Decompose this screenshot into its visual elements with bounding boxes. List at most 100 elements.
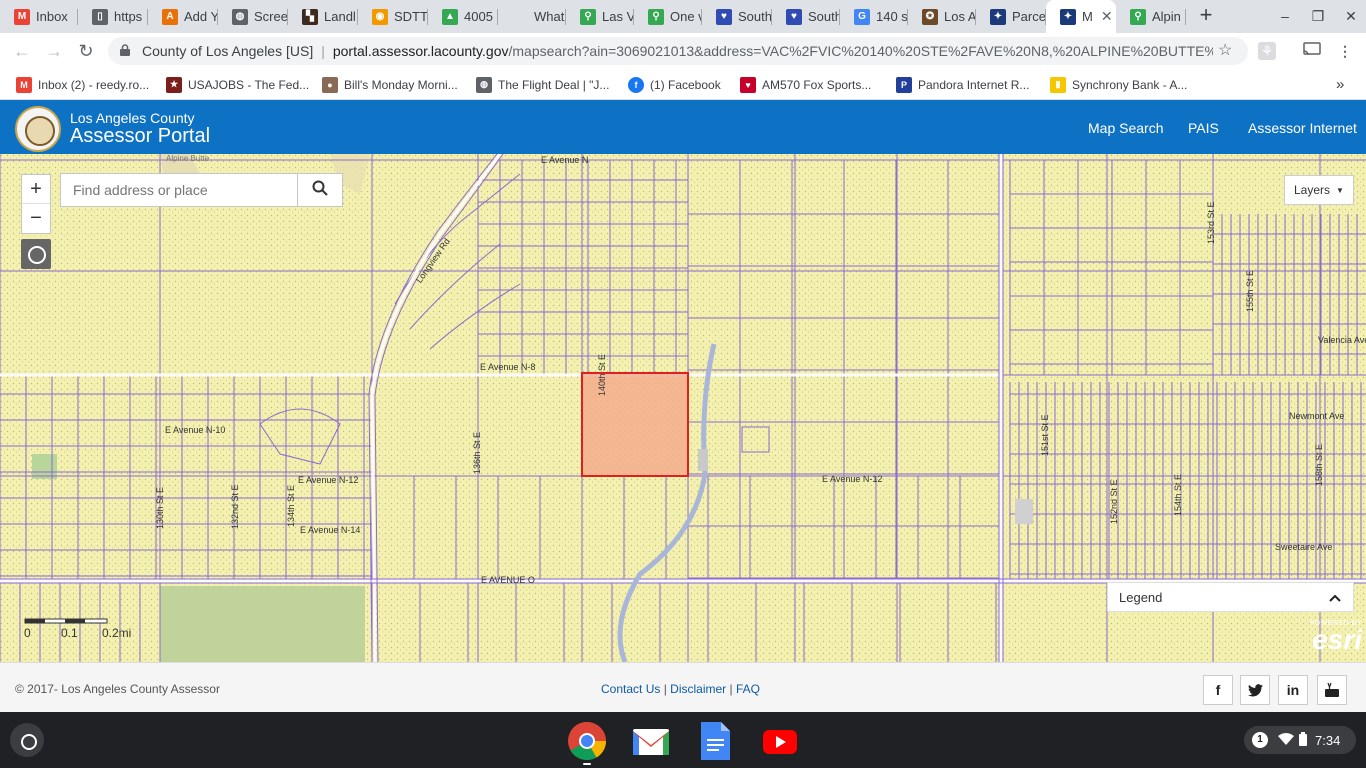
esri-logo[interactable]: POWERED BY esri [1298,620,1362,656]
browser-tab[interactable]: A Add Y [148,0,218,33]
locate-icon[interactable] [21,239,51,269]
tab-title: Add Y [184,9,218,24]
bookmark-item[interactable]: ◍ The Flight Deal | "J... [476,76,609,93]
bookmark-item[interactable]: f (1) Facebook [628,76,721,93]
close-tab-icon[interactable]: ✕ [1101,8,1113,25]
street-label: Newmont Ave [1289,411,1345,421]
bookmark-label: Bill's Monday Morni... [344,77,458,92]
browser-tab[interactable]: What [498,0,566,33]
contact-us-link[interactable]: Contact Us [601,682,660,696]
back-icon[interactable]: ← [11,40,33,62]
system-tray[interactable]: 1 7:34 [1244,726,1356,754]
legend-panel[interactable]: Legend [1107,582,1354,612]
new-tab-button[interactable]: + [1195,4,1217,28]
iheart-icon: ♥ [740,76,756,93]
close-window-icon[interactable]: ✕ [1343,8,1359,24]
lock-icon [120,43,134,59]
browser-tab[interactable]: ◉ SDTT [358,0,428,33]
portal-title[interactable]: Assessor Portal [70,125,210,148]
street-label: E Avenue N-8 [480,362,536,372]
nav-assessor-internet[interactable]: Assessor Internet [1248,120,1357,136]
browser-tab[interactable]: ♥ South [772,0,840,33]
map-search [60,173,343,207]
search-button[interactable] [297,174,342,206]
street-label: 140th St E [597,353,607,396]
bookmark-item[interactable]: ● Bill's Monday Morni... [322,76,458,93]
tab-title: M [1082,9,1093,24]
gmail-icon: M [16,76,32,93]
twitter-icon[interactable] [1240,675,1270,705]
browser-tab[interactable]: ⚲ One v [634,0,702,33]
extension-icon[interactable]: ⚘ [1258,42,1276,60]
google-icon: G [854,8,870,25]
parcel-map[interactable]: E Avenue N E Avenue N-8 E Avenue N-10 E … [0,154,1366,662]
gmail-app-icon[interactable] [631,721,669,759]
bookmark-item[interactable]: M Inbox (2) - reedy.ro... [16,76,149,93]
bookmark-star-icon[interactable]: ☆ [1218,40,1232,60]
esri-wordmark: esri [1312,624,1362,655]
minimize-icon[interactable]: – [1277,8,1293,24]
browser-tab[interactable]: ✦ M ✕ [1046,0,1116,33]
maps-icon: ⚲ [1130,8,1146,25]
browser-tab[interactable]: ✪ Los A [908,0,976,33]
nav-map-search[interactable]: Map Search [1088,120,1163,136]
bookmark-item[interactable]: ▮ Synchrony Bank - A... [1050,76,1187,93]
nav-pais[interactable]: PAIS [1188,120,1219,136]
tab-separator [1185,9,1186,25]
browser-tab[interactable]: ▚ Landl [288,0,358,33]
zoom-in-button[interactable]: + [22,175,50,204]
url-domain: portal.assessor.lacounty.gov [332,43,509,59]
browser-tab[interactable]: ◍ Scree [218,0,288,33]
browser-tab[interactable]: ⚲ Alpin [1116,0,1186,33]
chevron-up-icon[interactable] [1329,583,1341,613]
battery-icon [1299,731,1307,749]
bookmark-item[interactable]: ♥ AM570 Fox Sports... [740,76,871,93]
address-bar[interactable]: County of Los Angeles [US] | portal.asse… [108,37,1248,65]
browser-tab[interactable]: ⚲ Las V [566,0,634,33]
southwest-icon: ♥ [716,8,732,25]
bookmarks-overflow-icon[interactable]: » [1336,76,1344,93]
bookmark-label: (1) Facebook [650,77,721,92]
browser-tab[interactable]: ▯ https [78,0,148,33]
tab-strip: M Inbox ▯ https A Add Y ◍ Scree ▚ Landl ◉ SDTT ▲ 4005… [0,0,1366,33]
browser-tab[interactable]: M Inbox [0,0,78,33]
menu-kebab-icon[interactable]: ⋮ [1336,42,1354,60]
launcher-icon[interactable] [10,723,44,757]
tab-title: One v [670,9,702,24]
zoom-out-button[interactable]: − [22,204,50,233]
youtube-app-icon[interactable] [762,721,800,759]
maps-icon: ⚲ [648,8,664,25]
linkedin-icon[interactable]: in [1278,675,1308,705]
county-seal-logo[interactable] [15,106,61,152]
url-path: /mapsearch?ain=3069021013&address=VAC%2F… [508,43,1213,59]
bookmark-item[interactable]: P Pandora Internet R... [896,76,1029,93]
browser-tab[interactable]: G 140 s [840,0,908,33]
docs-app-icon[interactable] [698,721,736,760]
usajobs-icon: ★ [166,76,182,93]
forward-icon[interactable]: → [43,40,65,62]
clock: 7:34 [1315,732,1341,748]
zoom-control: + − [21,174,51,234]
facebook-icon[interactable]: f [1203,675,1233,705]
browser-tab[interactable]: ♥ South [702,0,772,33]
browser-tab[interactable]: ✦ Parce [976,0,1046,33]
chrome-app-icon[interactable] [567,721,607,765]
cast-icon[interactable] [1303,42,1321,60]
add-icon: A [162,8,178,25]
layers-dropdown[interactable]: Layers ▼ [1284,175,1354,205]
faq-link[interactable]: FAQ [736,682,760,696]
notification-count: 1 [1252,732,1268,748]
street-label: 158th St E [1314,443,1324,486]
reload-icon[interactable]: ↻ [75,40,97,62]
browser-tab[interactable]: ▲ 4005 [428,0,498,33]
restore-icon[interactable]: ❐ [1310,8,1326,24]
wifi-icon [1278,732,1294,748]
disclaimer-link[interactable]: Disclaimer [670,682,726,696]
parcel-icon: ✦ [990,8,1006,25]
scale-tick: 0.1 [61,626,78,640]
youtube-icon[interactable] [1317,675,1347,705]
street-label: 155th St E [1245,269,1255,312]
address-search-input[interactable] [61,174,298,206]
bookmark-item[interactable]: ★ USAJOBS - The Fed... [166,76,309,93]
southwest-icon: ♥ [786,8,802,25]
